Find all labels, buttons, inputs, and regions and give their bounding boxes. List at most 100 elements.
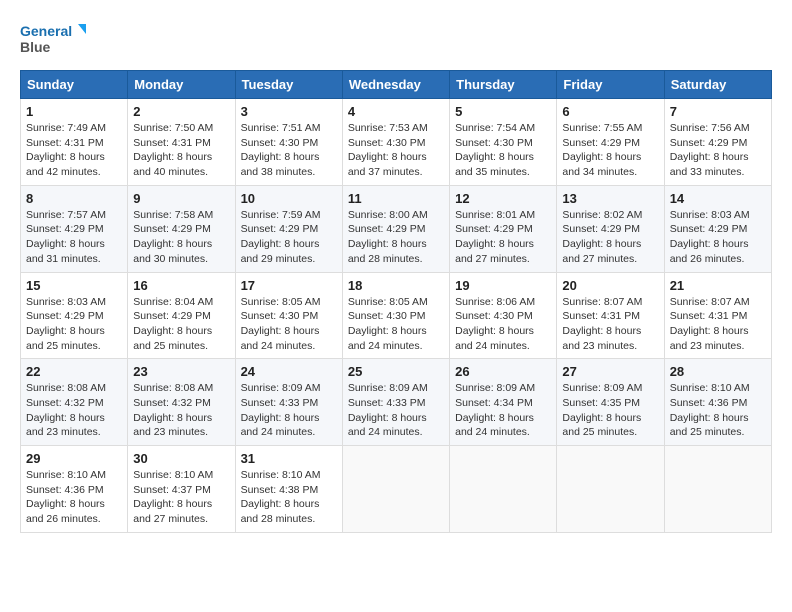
- day-number: 20: [562, 278, 658, 293]
- weekday-header-tuesday: Tuesday: [235, 71, 342, 99]
- day-info: Sunrise: 7:51 AMSunset: 4:30 PMDaylight:…: [241, 121, 337, 180]
- day-info: Sunrise: 8:09 AMSunset: 4:34 PMDaylight:…: [455, 381, 551, 440]
- calendar-table: SundayMondayTuesdayWednesdayThursdayFrid…: [20, 70, 772, 533]
- day-info: Sunrise: 7:57 AMSunset: 4:29 PMDaylight:…: [26, 208, 122, 267]
- day-info: Sunrise: 8:04 AMSunset: 4:29 PMDaylight:…: [133, 295, 229, 354]
- day-info: Sunrise: 8:10 AMSunset: 4:38 PMDaylight:…: [241, 468, 337, 527]
- day-number: 31: [241, 451, 337, 466]
- day-number: 30: [133, 451, 229, 466]
- day-info: Sunrise: 7:59 AMSunset: 4:29 PMDaylight:…: [241, 208, 337, 267]
- day-info: Sunrise: 8:06 AMSunset: 4:30 PMDaylight:…: [455, 295, 551, 354]
- day-info: Sunrise: 8:09 AMSunset: 4:35 PMDaylight:…: [562, 381, 658, 440]
- day-info: Sunrise: 8:08 AMSunset: 4:32 PMDaylight:…: [133, 381, 229, 440]
- day-number: 11: [348, 191, 444, 206]
- day-info: Sunrise: 8:05 AMSunset: 4:30 PMDaylight:…: [348, 295, 444, 354]
- day-number: 4: [348, 104, 444, 119]
- day-number: 9: [133, 191, 229, 206]
- day-info: Sunrise: 8:10 AMSunset: 4:37 PMDaylight:…: [133, 468, 229, 527]
- day-cell: 12Sunrise: 8:01 AMSunset: 4:29 PMDayligh…: [450, 185, 557, 272]
- day-info: Sunrise: 8:05 AMSunset: 4:30 PMDaylight:…: [241, 295, 337, 354]
- day-number: 22: [26, 364, 122, 379]
- day-cell: 9 Sunrise: 7:58 AMSunset: 4:29 PMDaylight…: [128, 185, 235, 272]
- day-info: Sunrise: 8:03 AMSunset: 4:29 PMDaylight:…: [26, 295, 122, 354]
- day-cell: 15Sunrise: 8:03 AMSunset: 4:29 PMDayligh…: [21, 272, 128, 359]
- day-cell: 24Sunrise: 8:09 AMSunset: 4:33 PMDayligh…: [235, 359, 342, 446]
- week-row-1: 1 Sunrise: 7:49 AMSunset: 4:31 PMDaylight…: [21, 99, 772, 186]
- weekday-header-thursday: Thursday: [450, 71, 557, 99]
- day-info: Sunrise: 8:09 AMSunset: 4:33 PMDaylight:…: [348, 381, 444, 440]
- day-cell: [450, 446, 557, 533]
- day-cell: 18Sunrise: 8:05 AMSunset: 4:30 PMDayligh…: [342, 272, 449, 359]
- day-number: 3: [241, 104, 337, 119]
- svg-text:Blue: Blue: [20, 39, 51, 55]
- day-info: Sunrise: 7:58 AMSunset: 4:29 PMDaylight:…: [133, 208, 229, 267]
- day-info: Sunrise: 8:07 AMSunset: 4:31 PMDaylight:…: [670, 295, 766, 354]
- day-number: 8: [26, 191, 122, 206]
- day-number: 17: [241, 278, 337, 293]
- day-number: 13: [562, 191, 658, 206]
- weekday-header-friday: Friday: [557, 71, 664, 99]
- day-info: Sunrise: 7:55 AMSunset: 4:29 PMDaylight:…: [562, 121, 658, 180]
- day-cell: [664, 446, 771, 533]
- day-number: 19: [455, 278, 551, 293]
- day-cell: 22Sunrise: 8:08 AMSunset: 4:32 PMDayligh…: [21, 359, 128, 446]
- day-number: 25: [348, 364, 444, 379]
- day-info: Sunrise: 7:54 AMSunset: 4:30 PMDaylight:…: [455, 121, 551, 180]
- day-info: Sunrise: 8:10 AMSunset: 4:36 PMDaylight:…: [26, 468, 122, 527]
- day-cell: 16Sunrise: 8:04 AMSunset: 4:29 PMDayligh…: [128, 272, 235, 359]
- weekday-header-monday: Monday: [128, 71, 235, 99]
- day-cell: 26 Sunrise: 8:09 AMSunset: 4:34 PMDayligh…: [450, 359, 557, 446]
- day-cell: 23 Sunrise: 8:08 AMSunset: 4:32 PMDayligh…: [128, 359, 235, 446]
- weekday-header-wednesday: Wednesday: [342, 71, 449, 99]
- day-info: Sunrise: 7:50 AMSunset: 4:31 PMDaylight:…: [133, 121, 229, 180]
- day-number: 29: [26, 451, 122, 466]
- day-number: 21: [670, 278, 766, 293]
- weekday-header-saturday: Saturday: [664, 71, 771, 99]
- day-info: Sunrise: 7:49 AMSunset: 4:31 PMDaylight:…: [26, 121, 122, 180]
- logo: General Blue: [20, 20, 90, 60]
- weekday-header-sunday: Sunday: [21, 71, 128, 99]
- day-cell: 25 Sunrise: 8:09 AMSunset: 4:33 PMDayligh…: [342, 359, 449, 446]
- day-number: 27: [562, 364, 658, 379]
- day-number: 6: [562, 104, 658, 119]
- day-cell: 2 Sunrise: 7:50 AMSunset: 4:31 PMDaylight…: [128, 99, 235, 186]
- day-cell: 13 Sunrise: 8:02 AMSunset: 4:29 PMDayligh…: [557, 185, 664, 272]
- day-cell: [342, 446, 449, 533]
- day-cell: 31 Sunrise: 8:10 AMSunset: 4:38 PMDayligh…: [235, 446, 342, 533]
- day-cell: [557, 446, 664, 533]
- day-info: Sunrise: 8:01 AMSunset: 4:29 PMDaylight:…: [455, 208, 551, 267]
- svg-text:General: General: [20, 23, 72, 39]
- day-number: 2: [133, 104, 229, 119]
- day-number: 7: [670, 104, 766, 119]
- day-cell: 21 Sunrise: 8:07 AMSunset: 4:31 PMDayligh…: [664, 272, 771, 359]
- logo-svg: General Blue: [20, 20, 90, 60]
- day-info: Sunrise: 8:02 AMSunset: 4:29 PMDaylight:…: [562, 208, 658, 267]
- day-cell: 5 Sunrise: 7:54 AMSunset: 4:30 PMDaylight…: [450, 99, 557, 186]
- day-number: 5: [455, 104, 551, 119]
- day-info: Sunrise: 8:07 AMSunset: 4:31 PMDaylight:…: [562, 295, 658, 354]
- day-number: 28: [670, 364, 766, 379]
- day-cell: 1 Sunrise: 7:49 AMSunset: 4:31 PMDaylight…: [21, 99, 128, 186]
- day-number: 26: [455, 364, 551, 379]
- day-cell: 19 Sunrise: 8:06 AMSunset: 4:30 PMDayligh…: [450, 272, 557, 359]
- day-number: 14: [670, 191, 766, 206]
- day-number: 1: [26, 104, 122, 119]
- day-number: 10: [241, 191, 337, 206]
- week-row-4: 22 Sunrise: 8:08 AMSunset: 4:32 PMDayligh…: [21, 359, 772, 446]
- day-cell: 7 Sunrise: 7:56 AMSunset: 4:29 PMDaylight…: [664, 99, 771, 186]
- day-cell: 17 Sunrise: 8:05 AMSunset: 4:30 PMDayligh…: [235, 272, 342, 359]
- day-info: Sunrise: 8:03 AMSunset: 4:29 PMDaylight:…: [670, 208, 766, 267]
- day-cell: 20 Sunrise: 8:07 AMSunset: 4:31 PMDayligh…: [557, 272, 664, 359]
- day-cell: 3 Sunrise: 7:51 AMSunset: 4:30 PMDaylight…: [235, 99, 342, 186]
- day-info: Sunrise: 7:56 AMSunset: 4:29 PMDaylight:…: [670, 121, 766, 180]
- day-cell: 14 Sunrise: 8:03 AMSunset: 4:29 PMDayligh…: [664, 185, 771, 272]
- day-info: Sunrise: 7:53 AMSunset: 4:30 PMDaylight:…: [348, 121, 444, 180]
- weekday-header-row: SundayMondayTuesdayWednesdayThursdayFrid…: [21, 71, 772, 99]
- day-cell: 28Sunrise: 8:10 AMSunset: 4:36 PMDayligh…: [664, 359, 771, 446]
- day-cell: 4 Sunrise: 7:53 AMSunset: 4:30 PMDaylight…: [342, 99, 449, 186]
- day-cell: 29 Sunrise: 8:10 AMSunset: 4:36 PMDayligh…: [21, 446, 128, 533]
- day-number: 23: [133, 364, 229, 379]
- week-row-5: 29 Sunrise: 8:10 AMSunset: 4:36 PMDayligh…: [21, 446, 772, 533]
- day-cell: 27 Sunrise: 8:09 AMSunset: 4:35 PMDayligh…: [557, 359, 664, 446]
- day-cell: 30 Sunrise: 8:10 AMSunset: 4:37 PMDayligh…: [128, 446, 235, 533]
